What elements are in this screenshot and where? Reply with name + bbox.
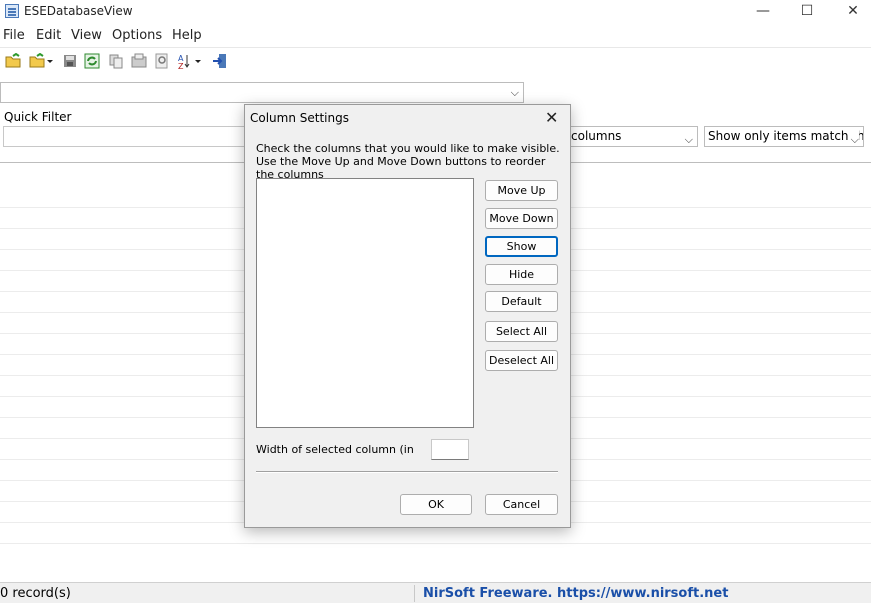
find-icon[interactable]	[154, 53, 170, 69]
exit-icon[interactable]	[212, 53, 228, 69]
quick-filter-input[interactable]	[3, 126, 253, 147]
filter-columns-select[interactable]: columns ⌵	[566, 126, 698, 147]
dialog-separator	[256, 471, 558, 473]
status-divider	[414, 585, 415, 602]
save-icon[interactable]	[62, 53, 78, 69]
columns-checklist[interactable]	[256, 178, 474, 428]
toolbar: AZ	[0, 47, 871, 73]
record-count: 0 record(s)	[0, 586, 71, 601]
menu-view[interactable]: View	[71, 28, 102, 43]
ok-button[interactable]: OK	[400, 494, 472, 515]
hide-button[interactable]: Hide	[485, 264, 558, 285]
dialog-close-button[interactable]: ✕	[545, 108, 558, 127]
select-all-button[interactable]: Select All	[485, 321, 558, 342]
chevron-down-icon: ⌵	[510, 86, 519, 99]
grid-line	[0, 543, 871, 544]
column-width-input[interactable]	[431, 439, 469, 460]
column-width-label: Width of selected column (in	[256, 443, 414, 456]
dialog-description: Check the columns that you would like to…	[256, 142, 560, 181]
column-settings-dialog: Column Settings ✕ Check the columns that…	[244, 104, 571, 528]
sort-icon[interactable]: AZ	[177, 53, 203, 71]
cancel-button[interactable]: Cancel	[485, 494, 558, 515]
minimize-button[interactable]: —	[740, 0, 786, 24]
app-title: ESEDatabaseView	[24, 4, 133, 18]
filter-columns-value: columns	[571, 129, 622, 143]
menu-help[interactable]: Help	[172, 28, 202, 43]
maximize-button[interactable]: ☐	[784, 0, 830, 24]
menu-bar: File Edit View Options Help	[0, 25, 871, 47]
chevron-down-icon: ⌵	[848, 130, 859, 146]
dialog-title-bar: Column Settings ✕	[245, 105, 570, 133]
properties-icon[interactable]	[131, 53, 147, 69]
database-select[interactable]: ⌵	[0, 82, 524, 103]
menu-file[interactable]: File	[3, 28, 25, 43]
move-up-button[interactable]: Move Up	[485, 180, 558, 201]
show-button[interactable]: Show	[485, 236, 558, 257]
default-button[interactable]: Default	[485, 291, 558, 312]
menu-options[interactable]: Options	[112, 28, 162, 43]
copy-icon[interactable]	[108, 53, 124, 69]
open-dropdown-icon[interactable]	[29, 52, 55, 69]
close-window-button[interactable]: ✕	[830, 0, 871, 24]
svg-text:Z: Z	[178, 62, 184, 69]
open-folder-icon[interactable]	[5, 52, 21, 69]
refresh-icon[interactable]	[84, 53, 100, 69]
deselect-all-button[interactable]: Deselect All	[485, 350, 558, 371]
filter-match-select[interactable]: Show only items match the f ⌵	[704, 126, 864, 147]
filter-match-value: Show only items match the f	[708, 129, 864, 143]
chevron-down-icon: ⌵	[684, 133, 693, 146]
nirsoft-link[interactable]: NirSoft Freeware. https://www.nirsoft.ne…	[423, 586, 728, 601]
app-icon	[5, 4, 19, 18]
move-down-button[interactable]: Move Down	[485, 208, 558, 229]
menu-edit[interactable]: Edit	[36, 28, 61, 43]
title-bar: ESEDatabaseView — ☐ ✕	[0, 0, 871, 24]
quick-filter-label: Quick Filter	[4, 110, 72, 124]
status-bar: 0 record(s) NirSoft Freeware. https://ww…	[0, 582, 871, 603]
dialog-title: Column Settings	[250, 111, 349, 125]
